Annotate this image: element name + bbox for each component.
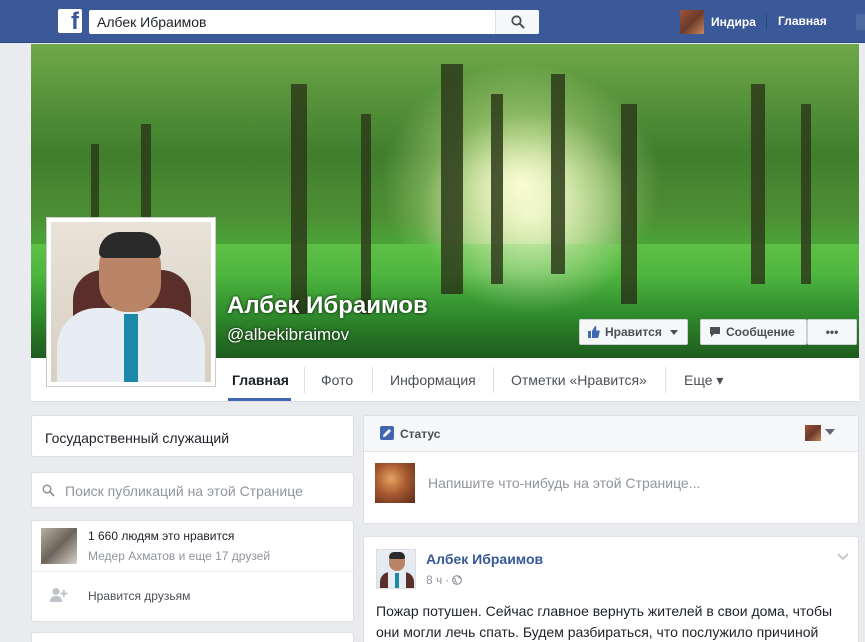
tree-trunk <box>551 74 565 274</box>
likes-count[interactable]: 1 660 людям это нравится <box>88 529 234 543</box>
page-posts-search <box>31 472 354 508</box>
search-icon <box>510 15 525 29</box>
tie-shape <box>124 314 138 382</box>
like-button-label: Нравится <box>605 325 662 339</box>
globe-icon <box>452 575 463 585</box>
hair-shape <box>389 552 405 559</box>
tree-trunk <box>491 94 503 284</box>
friends-who-like[interactable]: Медер Ахматов и еще 17 друзей <box>88 549 270 563</box>
tab-more[interactable]: Еще ▾ <box>684 372 723 389</box>
home-link[interactable]: Главная <box>778 14 827 28</box>
top-user-profile-link[interactable]: Индира <box>680 10 756 34</box>
divider <box>32 571 353 572</box>
pencil-icon <box>380 426 394 440</box>
tree-trunk <box>441 64 463 294</box>
message-button-label: Сообщение <box>726 325 795 339</box>
tab-divider <box>304 367 305 393</box>
divider <box>766 14 767 30</box>
left-card-partial <box>31 632 354 642</box>
page-search-input[interactable] <box>65 481 345 501</box>
status-composer: Статус Напишите что-нибудь на этой Стран… <box>363 415 859 524</box>
meta-dot: · <box>445 573 450 587</box>
thumbs-up-icon <box>588 326 600 338</box>
message-icon <box>710 327 720 337</box>
composer-input[interactable]: Напишите что-нибудь на этой Странице... <box>428 475 700 491</box>
user-name: Индира <box>711 15 756 29</box>
tab-photos[interactable]: Фото <box>321 372 353 388</box>
top-navigation-bar: f Индира Главная <box>0 0 865 43</box>
more-dots-icon: ••• <box>825 325 839 339</box>
search-button[interactable] <box>495 10 539 34</box>
tab-home[interactable]: Главная <box>232 372 289 388</box>
friend-avatar[interactable] <box>41 528 77 564</box>
top-bar-edge <box>856 14 865 30</box>
likes-card: 1 660 людям это нравится Медер Ахматов и… <box>31 520 354 622</box>
tab-likes[interactable]: Отметки «Нравится» <box>511 372 647 388</box>
tab-divider <box>372 367 373 393</box>
status-tab[interactable]: Статус <box>400 427 440 441</box>
post-as-avatar[interactable] <box>805 425 821 441</box>
like-page-button[interactable]: Нравится <box>579 319 688 345</box>
composer-avatar <box>375 463 415 503</box>
tab-info[interactable]: Информация <box>390 372 476 388</box>
tree-trunk <box>751 84 765 284</box>
add-friend-icon <box>50 588 68 602</box>
search-box <box>89 10 539 34</box>
hair-shape <box>99 232 161 258</box>
composer-header: Статус <box>364 416 858 452</box>
facebook-logo-icon[interactable]: f <box>58 9 82 33</box>
active-tab-indicator <box>228 398 291 401</box>
right-margin <box>859 44 865 642</box>
post-author-avatar[interactable] <box>376 549 416 589</box>
page-category: Государственный служащий <box>45 430 230 446</box>
tab-divider <box>493 367 494 393</box>
friends-like-link[interactable]: Нравится друзьям <box>88 589 190 603</box>
search-icon <box>42 484 55 497</box>
chevron-down-icon[interactable] <box>825 429 835 435</box>
page-handle[interactable]: @albekibraimov <box>227 325 349 345</box>
post-text-line: они могли лечь спать. Будем разбираться,… <box>376 624 819 640</box>
profile-picture[interactable] <box>46 217 216 387</box>
user-avatar <box>680 10 704 34</box>
post-text: Пожар потушен. Сейчас главное вернуть жи… <box>376 601 852 642</box>
tab-divider <box>665 367 666 393</box>
page-category-card: Государственный служащий <box>31 415 354 457</box>
chevron-down-icon <box>669 329 678 335</box>
post-card: Албек Ибраимов 8 ч · Пожар потушен. Сейч… <box>363 536 859 642</box>
page-name: Албек Ибраимов <box>227 292 428 319</box>
search-input[interactable] <box>89 10 494 34</box>
message-button[interactable]: Сообщение <box>700 319 807 345</box>
tree-trunk <box>801 104 811 284</box>
post-text-line: Пожар потушен. Сейчас главное вернуть жи… <box>376 603 833 619</box>
post-author-name[interactable]: Албек Ибраимов <box>426 551 543 567</box>
profile-photo <box>51 222 211 382</box>
more-options-button[interactable]: ••• <box>807 319 857 345</box>
post-timestamp[interactable]: 8 ч <box>426 573 442 587</box>
tie-shape <box>395 573 399 588</box>
post-meta: 8 ч · <box>426 573 463 587</box>
chevron-down-icon[interactable] <box>837 553 849 561</box>
